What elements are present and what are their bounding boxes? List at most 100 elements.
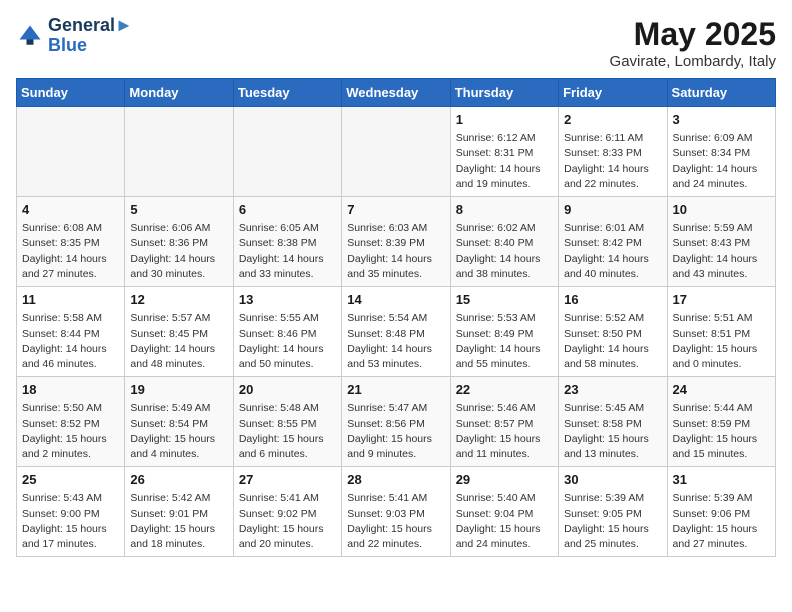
location: Gavirate, Lombardy, Italy bbox=[610, 53, 776, 70]
day-info: Sunrise: 6:11 AM Sunset: 8:33 PM Dayligh… bbox=[564, 131, 661, 192]
day-cell: 26 Sunrise: 5:42 AM Sunset: 9:01 PM Dayli… bbox=[125, 467, 233, 557]
day-number: 3 bbox=[673, 111, 770, 129]
day-cell: 13 Sunrise: 5:55 AM Sunset: 8:46 PM Dayli… bbox=[233, 287, 341, 377]
week-row-4: 18 Sunrise: 5:50 AM Sunset: 8:52 PM Dayli… bbox=[17, 377, 776, 467]
day-info: Sunrise: 6:01 AM Sunset: 8:42 PM Dayligh… bbox=[564, 221, 661, 282]
day-cell: 14 Sunrise: 5:54 AM Sunset: 8:48 PM Dayli… bbox=[342, 287, 450, 377]
day-cell: 30 Sunrise: 5:39 AM Sunset: 9:05 PM Dayli… bbox=[559, 467, 667, 557]
day-number: 23 bbox=[564, 381, 661, 399]
day-cell: 19 Sunrise: 5:49 AM Sunset: 8:54 PM Dayli… bbox=[125, 377, 233, 467]
day-info: Sunrise: 5:42 AM Sunset: 9:01 PM Dayligh… bbox=[130, 491, 227, 552]
day-info: Sunrise: 5:48 AM Sunset: 8:55 PM Dayligh… bbox=[239, 401, 336, 462]
calendar-table: SundayMondayTuesdayWednesdayThursdayFrid… bbox=[16, 78, 776, 557]
day-cell: 27Sunrise: 5:41 AM Sunset: 9:02 PM Dayli… bbox=[233, 467, 341, 557]
page-header: General► Blue May 2025 Gavirate, Lombard… bbox=[16, 16, 776, 70]
day-number: 28 bbox=[347, 471, 444, 489]
day-info: Sunrise: 5:53 AM Sunset: 8:49 PM Dayligh… bbox=[456, 311, 553, 372]
day-info: Sunrise: 5:55 AM Sunset: 8:46 PM Dayligh… bbox=[239, 311, 336, 372]
day-cell: 20 Sunrise: 5:48 AM Sunset: 8:55 PM Dayli… bbox=[233, 377, 341, 467]
day-cell: 31 Sunrise: 5:39 AM Sunset: 9:06 PM Dayli… bbox=[667, 467, 775, 557]
day-cell: 5Sunrise: 6:06 AM Sunset: 8:36 PM Daylig… bbox=[125, 197, 233, 287]
day-cell: 17Sunrise: 5:51 AM Sunset: 8:51 PM Dayli… bbox=[667, 287, 775, 377]
day-cell: 12Sunrise: 5:57 AM Sunset: 8:45 PM Dayli… bbox=[125, 287, 233, 377]
day-info: Sunrise: 5:46 AM Sunset: 8:57 PM Dayligh… bbox=[456, 401, 553, 462]
day-cell: 28 Sunrise: 5:41 AM Sunset: 9:03 PM Dayli… bbox=[342, 467, 450, 557]
day-info: Sunrise: 6:03 AM Sunset: 8:39 PM Dayligh… bbox=[347, 221, 444, 282]
day-number: 29 bbox=[456, 471, 553, 489]
weekday-header-wednesday: Wednesday bbox=[342, 79, 450, 107]
day-info: Sunrise: 6:06 AM Sunset: 8:36 PM Dayligh… bbox=[130, 221, 227, 282]
weekday-header-monday: Monday bbox=[125, 79, 233, 107]
day-info: Sunrise: 5:52 AM Sunset: 8:50 PM Dayligh… bbox=[564, 311, 661, 372]
day-number: 20 bbox=[239, 381, 336, 399]
day-number: 1 bbox=[456, 111, 553, 129]
day-number: 18 bbox=[22, 381, 119, 399]
logo-text: General► Blue bbox=[48, 16, 133, 56]
day-number: 4 bbox=[22, 201, 119, 219]
logo: General► Blue bbox=[16, 16, 133, 56]
day-cell bbox=[17, 107, 125, 197]
day-info: Sunrise: 5:39 AM Sunset: 9:05 PM Dayligh… bbox=[564, 491, 661, 552]
day-number: 8 bbox=[456, 201, 553, 219]
day-cell: 6 Sunrise: 6:05 AM Sunset: 8:38 PM Daylig… bbox=[233, 197, 341, 287]
day-info: Sunrise: 5:41 AM Sunset: 9:03 PM Dayligh… bbox=[347, 491, 444, 552]
weekday-header-friday: Friday bbox=[559, 79, 667, 107]
day-cell: 7 Sunrise: 6:03 AM Sunset: 8:39 PM Daylig… bbox=[342, 197, 450, 287]
day-info: Sunrise: 5:49 AM Sunset: 8:54 PM Dayligh… bbox=[130, 401, 227, 462]
day-number: 2 bbox=[564, 111, 661, 129]
day-cell: 9 Sunrise: 6:01 AM Sunset: 8:42 PM Daylig… bbox=[559, 197, 667, 287]
day-info: Sunrise: 5:39 AM Sunset: 9:06 PM Dayligh… bbox=[673, 491, 770, 552]
day-number: 24 bbox=[673, 381, 770, 399]
day-cell: 16 Sunrise: 5:52 AM Sunset: 8:50 PM Dayli… bbox=[559, 287, 667, 377]
day-number: 21 bbox=[347, 381, 444, 399]
day-info: Sunrise: 5:50 AM Sunset: 8:52 PM Dayligh… bbox=[22, 401, 119, 462]
day-cell: 29 Sunrise: 5:40 AM Sunset: 9:04 PM Dayli… bbox=[450, 467, 558, 557]
weekday-header-saturday: Saturday bbox=[667, 79, 775, 107]
day-info: Sunrise: 6:12 AM Sunset: 8:31 PM Dayligh… bbox=[456, 131, 553, 192]
day-number: 26 bbox=[130, 471, 227, 489]
day-info: Sunrise: 6:02 AM Sunset: 8:40 PM Dayligh… bbox=[456, 221, 553, 282]
day-info: Sunrise: 5:43 AM Sunset: 9:00 PM Dayligh… bbox=[22, 491, 119, 552]
day-cell: 3Sunrise: 6:09 AM Sunset: 8:34 PM Daylig… bbox=[667, 107, 775, 197]
day-info: Sunrise: 5:47 AM Sunset: 8:56 PM Dayligh… bbox=[347, 401, 444, 462]
day-number: 13 bbox=[239, 291, 336, 309]
day-number: 12 bbox=[130, 291, 227, 309]
weekday-header-tuesday: Tuesday bbox=[233, 79, 341, 107]
day-number: 22 bbox=[456, 381, 553, 399]
day-cell: 4 Sunrise: 6:08 AM Sunset: 8:35 PM Daylig… bbox=[17, 197, 125, 287]
day-info: Sunrise: 6:05 AM Sunset: 8:38 PM Dayligh… bbox=[239, 221, 336, 282]
week-row-2: 4 Sunrise: 6:08 AM Sunset: 8:35 PM Daylig… bbox=[17, 197, 776, 287]
day-cell bbox=[233, 107, 341, 197]
week-row-1: 1 Sunrise: 6:12 AM Sunset: 8:31 PM Daylig… bbox=[17, 107, 776, 197]
day-cell bbox=[125, 107, 233, 197]
day-info: Sunrise: 5:59 AM Sunset: 8:43 PM Dayligh… bbox=[673, 221, 770, 282]
day-cell: 10 Sunrise: 5:59 AM Sunset: 8:43 PM Dayli… bbox=[667, 197, 775, 287]
day-number: 15 bbox=[456, 291, 553, 309]
day-number: 30 bbox=[564, 471, 661, 489]
day-number: 25 bbox=[22, 471, 119, 489]
day-info: Sunrise: 5:54 AM Sunset: 8:48 PM Dayligh… bbox=[347, 311, 444, 372]
day-cell: 15 Sunrise: 5:53 AM Sunset: 8:49 PM Dayli… bbox=[450, 287, 558, 377]
day-cell: 18 Sunrise: 5:50 AM Sunset: 8:52 PM Dayli… bbox=[17, 377, 125, 467]
day-cell: 23 Sunrise: 5:45 AM Sunset: 8:58 PM Dayli… bbox=[559, 377, 667, 467]
day-cell: 24Sunrise: 5:44 AM Sunset: 8:59 PM Dayli… bbox=[667, 377, 775, 467]
day-number: 19 bbox=[130, 381, 227, 399]
day-number: 31 bbox=[673, 471, 770, 489]
day-number: 10 bbox=[673, 201, 770, 219]
week-row-3: 11Sunrise: 5:58 AM Sunset: 8:44 PM Dayli… bbox=[17, 287, 776, 377]
day-info: Sunrise: 6:08 AM Sunset: 8:35 PM Dayligh… bbox=[22, 221, 119, 282]
day-number: 6 bbox=[239, 201, 336, 219]
week-row-5: 25 Sunrise: 5:43 AM Sunset: 9:00 PM Dayli… bbox=[17, 467, 776, 557]
day-number: 7 bbox=[347, 201, 444, 219]
day-info: Sunrise: 5:40 AM Sunset: 9:04 PM Dayligh… bbox=[456, 491, 553, 552]
weekday-header-sunday: Sunday bbox=[17, 79, 125, 107]
day-info: Sunrise: 5:45 AM Sunset: 8:58 PM Dayligh… bbox=[564, 401, 661, 462]
day-info: Sunrise: 5:51 AM Sunset: 8:51 PM Dayligh… bbox=[673, 311, 770, 372]
day-number: 9 bbox=[564, 201, 661, 219]
day-cell: 2 Sunrise: 6:11 AM Sunset: 8:33 PM Daylig… bbox=[559, 107, 667, 197]
day-cell bbox=[342, 107, 450, 197]
day-number: 16 bbox=[564, 291, 661, 309]
day-number: 14 bbox=[347, 291, 444, 309]
day-info: Sunrise: 5:58 AM Sunset: 8:44 PM Dayligh… bbox=[22, 311, 119, 372]
title-section: May 2025 Gavirate, Lombardy, Italy bbox=[610, 16, 776, 70]
